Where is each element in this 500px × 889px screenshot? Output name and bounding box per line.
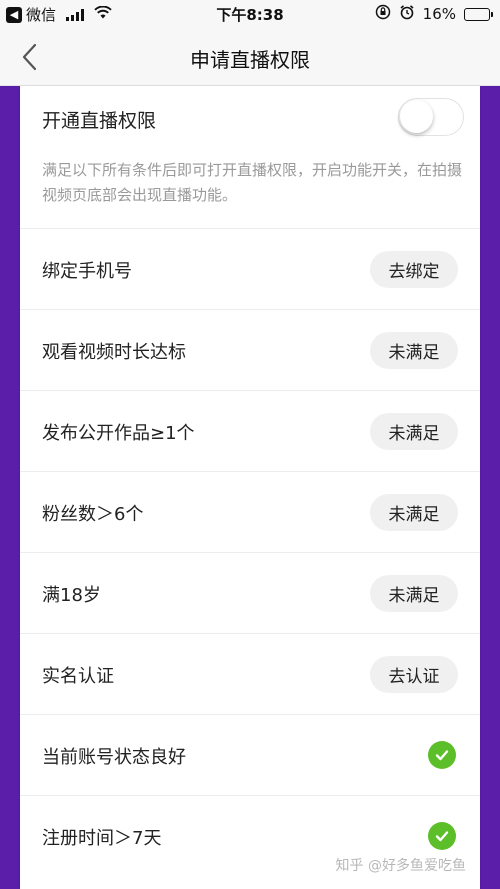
- live-permission-label: 开通直播权限: [42, 110, 157, 132]
- alarm-icon: [399, 4, 415, 24]
- nav-bar: 申请直播权限: [0, 28, 500, 86]
- permission-description: 满足以下所有条件后即可打开直播权限，开启功能开关，在拍摄视频页底部会出现直播功能…: [42, 161, 463, 204]
- check-icon: [428, 822, 456, 850]
- requirement-label: 观看视频时长达标: [42, 342, 186, 363]
- requirement-row: 实名认证 去认证: [20, 634, 480, 715]
- requirement-row: 粉丝数＞6个 未满足: [20, 472, 480, 553]
- requirement-label: 绑定手机号: [42, 261, 132, 282]
- status-badge[interactable]: 未满足: [370, 494, 458, 531]
- status-badge[interactable]: 未满足: [370, 332, 458, 369]
- requirement-label: 满18岁: [42, 585, 101, 606]
- verify-identity-button[interactable]: 去认证: [370, 656, 458, 693]
- requirement-label: 当前账号状态良好: [42, 747, 186, 768]
- battery-icon: [464, 7, 493, 21]
- requirement-row: 观看视频时长达标 未满足: [20, 310, 480, 391]
- requirement-row: 发布公开作品≥1个 未满足: [20, 391, 480, 472]
- battery-percent: 16%: [422, 5, 456, 23]
- settings-panel: 开通直播权限 满足以下所有条件后即可打开直播权限，开启功能开关，在拍摄视频页底部…: [20, 86, 480, 889]
- status-bar: ◀ 微信 下午8:38 16%: [0, 0, 500, 28]
- requirement-row: 满18岁 未满足: [20, 553, 480, 634]
- requirement-label: 实名认证: [42, 666, 114, 687]
- requirement-list: 绑定手机号 去绑定 观看视频时长达标 未满足 发布公开作品≥1个 未满足 粉丝数…: [20, 229, 480, 877]
- status-badge[interactable]: 未满足: [370, 575, 458, 612]
- requirement-row: 当前账号状态良好: [20, 715, 480, 796]
- toggle-knob: [400, 100, 433, 133]
- requirement-label: 粉丝数＞6个: [42, 504, 144, 525]
- requirement-label: 注册时间＞7天: [42, 828, 162, 849]
- live-permission-row: 开通直播权限: [20, 86, 480, 148]
- check-icon: [428, 741, 456, 769]
- status-badge[interactable]: 未满足: [370, 413, 458, 450]
- orientation-lock-icon: [375, 4, 391, 24]
- requirement-label: 发布公开作品≥1个: [42, 423, 195, 444]
- requirement-row: 绑定手机号 去绑定: [20, 229, 480, 310]
- watermark: 知乎 @好多鱼爱吃鱼: [335, 858, 466, 874]
- bind-phone-button[interactable]: 去绑定: [370, 251, 458, 288]
- page-title: 申请直播权限: [190, 48, 310, 72]
- live-permission-toggle[interactable]: [398, 98, 464, 136]
- status-right: 16%: [375, 4, 493, 24]
